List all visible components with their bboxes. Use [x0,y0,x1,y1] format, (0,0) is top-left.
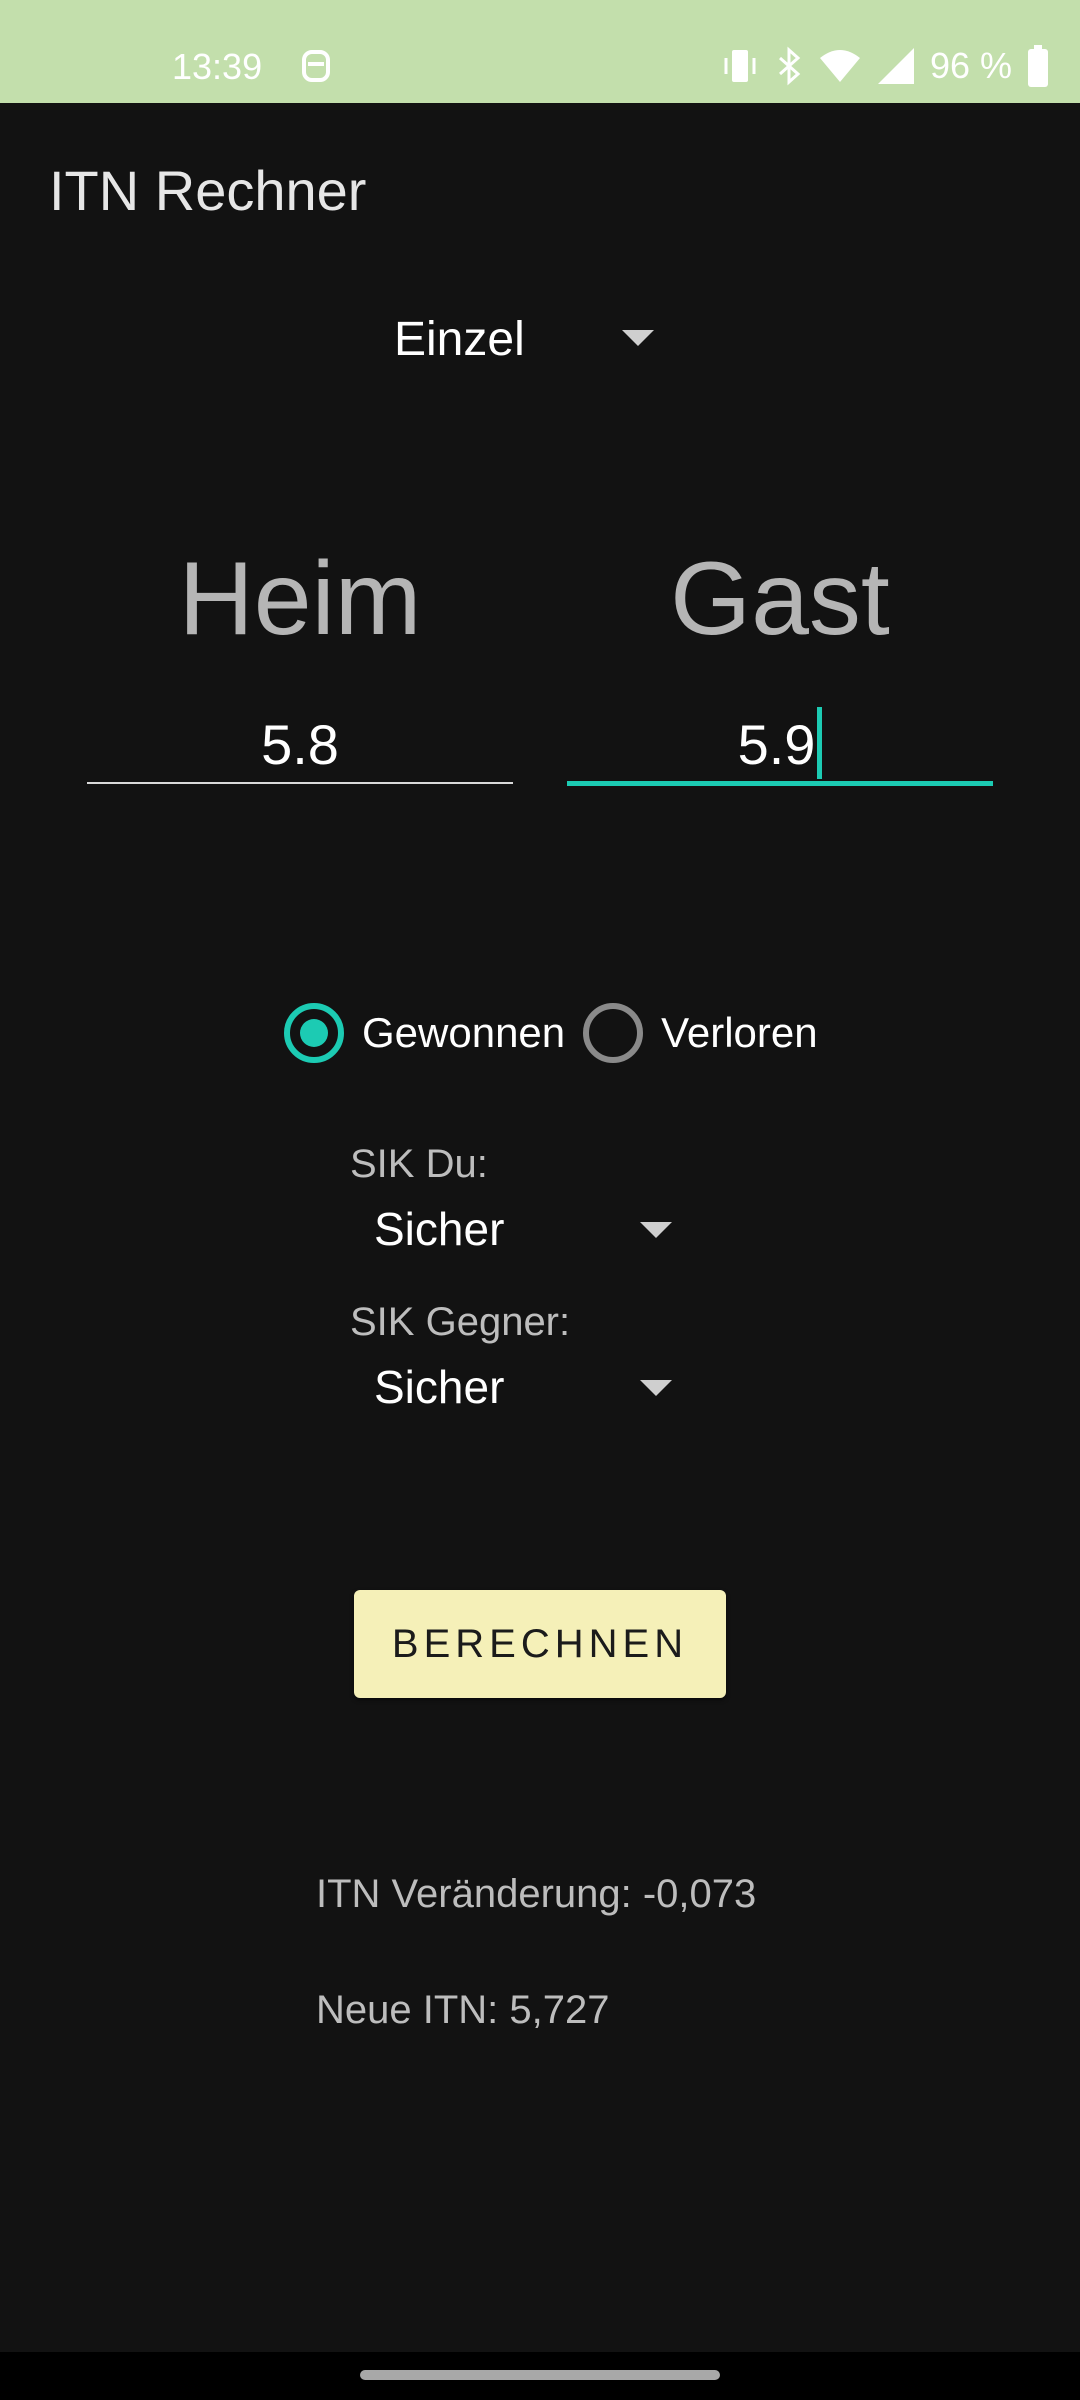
home-gesture-handle[interactable] [360,2370,720,2380]
sik-self-spinner[interactable]: Sicher [360,1198,690,1268]
status-bar: 13:39 96 % [0,0,1080,103]
app-title: ITN Rechner [49,159,367,222]
battery-percent: 96 % [929,45,1012,86]
home-itn-value: 5.8 [261,713,339,776]
dropdown-arrow-icon [640,1380,672,1396]
screen: 13:39 96 % ITN Rechner Einzel Heim Gast … [0,0,1080,2400]
cell-signal-icon [877,48,914,84]
mode-spinner-value: Einzel [394,313,525,366]
home-input-underline [87,782,513,784]
guest-input-underline [567,781,993,786]
sik-opponent-spinner[interactable]: Sicher [360,1356,690,1426]
radio-verloren[interactable]: Verloren [583,1003,818,1063]
sik-self-label: SIK Du: [350,1142,488,1186]
dropdown-arrow-icon [622,330,654,346]
guest-itn-value-wrap: 5.9 [567,707,993,785]
status-icons: 96 % [720,44,1050,88]
dropdown-arrow-icon [640,1222,672,1238]
guest-itn-value: 5.9 [737,713,816,776]
home-column-label: Heim [178,541,422,657]
calculate-button[interactable]: BERECHNEN [354,1590,726,1698]
radio-unchecked-icon [583,1003,644,1063]
text-cursor [817,707,823,780]
mode-spinner[interactable]: Einzel [380,300,670,380]
sik-opponent-label: SIK Gegner: [350,1300,571,1344]
vibrate-icon [724,50,756,82]
radio-gewonnen[interactable]: Gewonnen [284,1003,565,1063]
result-radio-group: Gewonnen Verloren [284,1000,818,1066]
app-notification-icon [302,50,330,82]
home-itn-input[interactable]: 5.8 [87,700,513,790]
wifi-icon [819,50,860,82]
sik-self-value: Sicher [374,1203,505,1255]
radio-gewonnen-label: Gewonnen [362,1009,566,1056]
radio-verloren-label: Verloren [661,1009,818,1056]
guest-column-label: Gast [670,541,890,657]
guest-itn-input[interactable]: 5.9 [567,700,993,790]
status-time: 13:39 [172,46,263,87]
bluetooth-icon [778,46,801,86]
radio-checked-icon [284,1003,344,1063]
sik-opponent-value: Sicher [374,1361,505,1413]
new-itn-result: Neue ITN: 5,727 [316,1988,610,2032]
battery-icon [1028,45,1048,87]
itn-change-result: ITN Veränderung: -0,073 [316,1872,757,1916]
